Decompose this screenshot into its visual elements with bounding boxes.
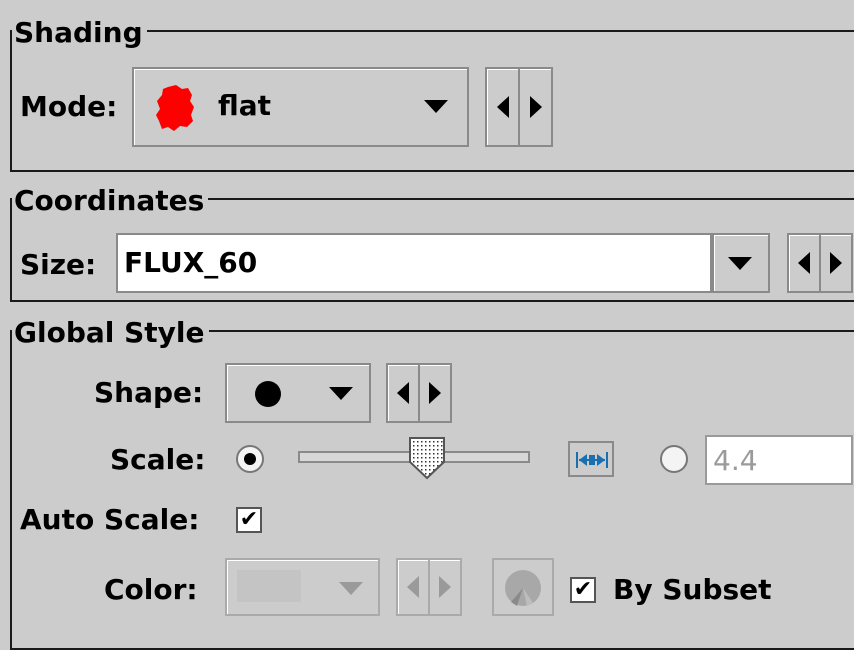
arrow-right-icon <box>439 576 451 598</box>
scale-slider[interactable] <box>298 436 530 480</box>
color-wheel-icon <box>505 570 541 606</box>
arrow-right-icon <box>429 382 441 404</box>
mode-value: flat <box>218 89 272 122</box>
arrow-right-icon <box>830 252 842 274</box>
mode-nav[interactable] <box>485 67 553 147</box>
chevron-down-icon <box>339 582 363 595</box>
mode-combo[interactable]: flat <box>132 67 469 147</box>
size-input[interactable]: FLUX_60 <box>116 233 712 293</box>
by-subset-label: By Subset <box>613 573 772 606</box>
mode-prev-button[interactable] <box>487 69 518 145</box>
size-nav[interactable] <box>787 233 853 293</box>
color-picker-button <box>492 558 554 616</box>
size-value: FLUX_60 <box>124 246 258 279</box>
color-swatch <box>237 570 301 602</box>
mode-label: Mode: <box>20 90 118 123</box>
radio-selected-dot <box>244 453 256 465</box>
shape-label: Shape: <box>94 376 204 409</box>
auto-scale-label: Auto Scale: <box>20 503 200 536</box>
shape-prev-button[interactable] <box>388 365 418 421</box>
size-prev-button[interactable] <box>789 235 819 291</box>
size-next-button[interactable] <box>819 235 851 291</box>
arrow-left-icon <box>397 382 409 404</box>
scale-label: Scale: <box>110 443 206 476</box>
color-label: Color: <box>104 573 198 606</box>
red-blob-icon <box>156 85 194 131</box>
color-combo <box>225 558 380 616</box>
size-label: Size: <box>20 248 97 281</box>
color-nav <box>396 558 462 616</box>
color-prev-button <box>398 560 428 614</box>
checkmark-icon: ✔ <box>573 577 593 602</box>
scale-text-value: 4.4 <box>713 444 758 477</box>
by-subset-checkbox[interactable]: ✔ <box>570 577 596 603</box>
scale-reset-button[interactable] <box>568 441 614 477</box>
shape-nav[interactable] <box>386 363 452 423</box>
arrow-left-icon <box>407 576 419 598</box>
auto-scale-checkbox[interactable]: ✔ <box>236 507 262 533</box>
shape-combo[interactable] <box>225 363 371 423</box>
slider-thumb[interactable] <box>408 436 446 480</box>
shape-next-button[interactable] <box>418 365 450 421</box>
chevron-down-icon <box>728 257 752 270</box>
scale-text-radio[interactable] <box>660 445 688 473</box>
filled-circle-icon <box>255 381 281 407</box>
chevron-down-icon <box>329 387 353 400</box>
color-next-button <box>428 560 460 614</box>
mode-next-button[interactable] <box>518 69 551 145</box>
arrow-left-icon <box>798 252 810 274</box>
shading-legend: Shading <box>12 16 147 50</box>
coordinates-legend: Coordinates <box>12 184 209 218</box>
arrow-left-icon <box>496 96 509 118</box>
size-dropdown-button[interactable] <box>712 233 770 293</box>
global-style-legend: Global Style <box>12 316 209 350</box>
scale-slider-radio[interactable] <box>236 445 264 473</box>
scale-text-field[interactable]: 4.4 <box>705 435 853 485</box>
arrow-right-icon <box>529 96 542 118</box>
checkmark-icon: ✔ <box>239 507 259 532</box>
scale-arrows-icon <box>576 452 608 468</box>
chevron-down-icon <box>424 100 448 113</box>
